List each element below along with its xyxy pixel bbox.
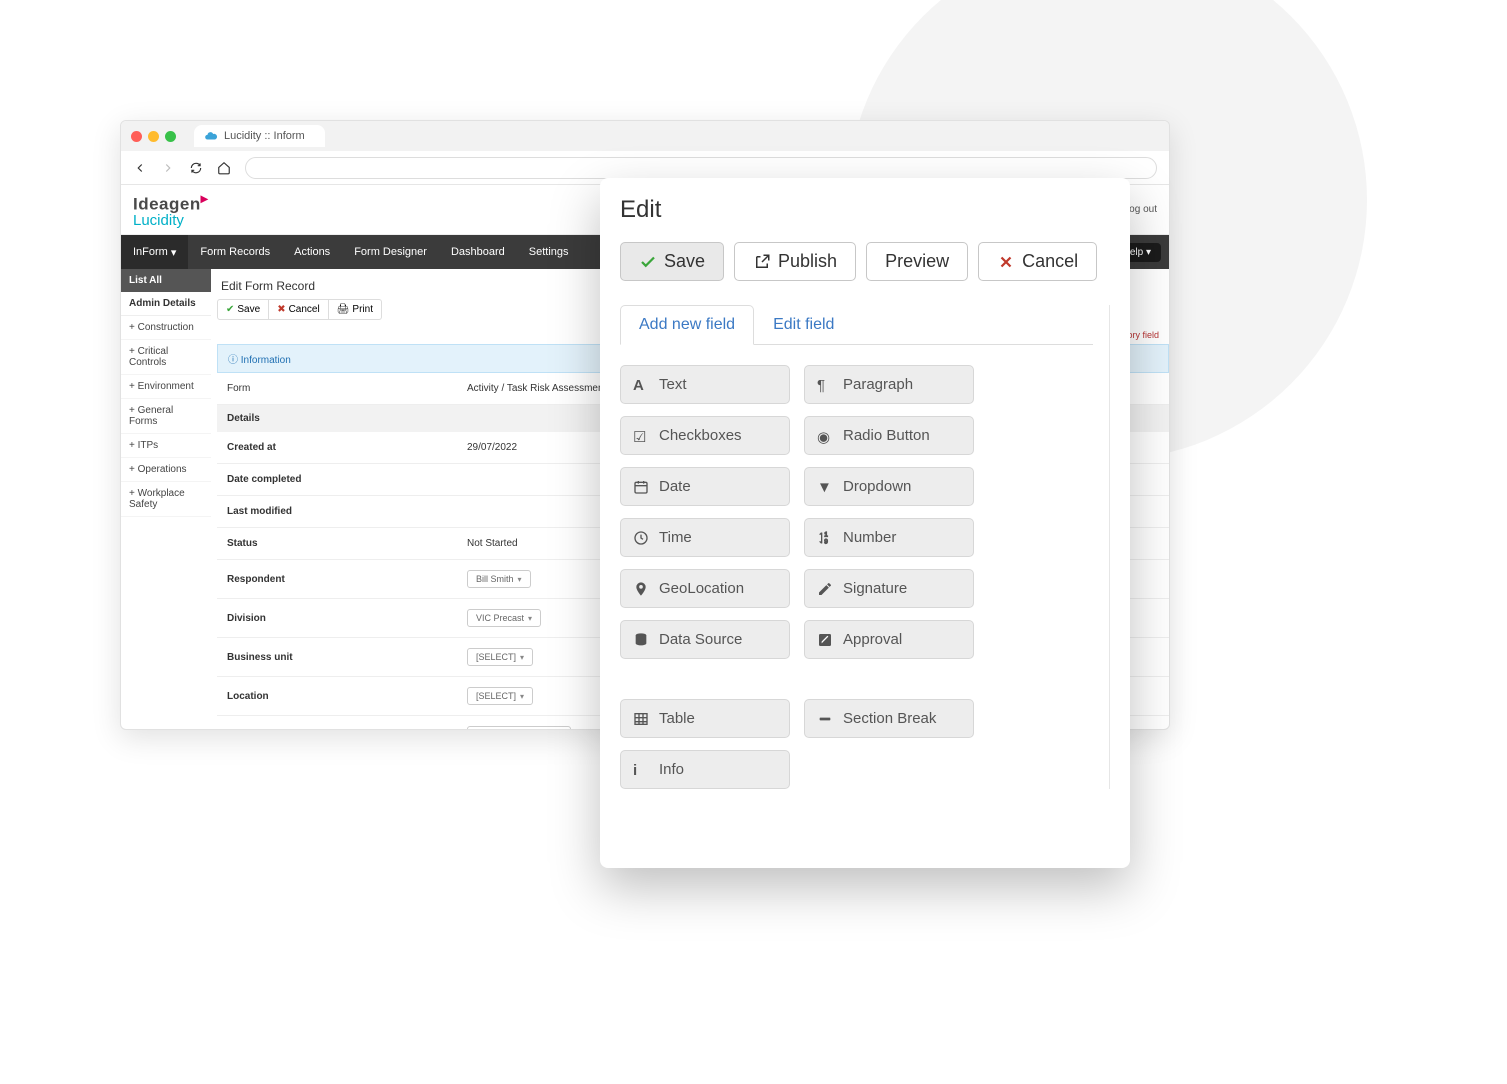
sidebar-item-workplace-safety[interactable]: + Workplace Safety — [121, 482, 211, 517]
location-icon — [633, 581, 649, 597]
svg-text:1: 1 — [824, 532, 828, 538]
sidebar-item-general-forms[interactable]: + General Forms — [121, 399, 211, 434]
logo-text-sub: Lucidity — [133, 213, 208, 228]
svg-text:9: 9 — [824, 539, 828, 545]
sidebar-list-all[interactable]: List All — [121, 269, 211, 292]
checkbox-icon: ☑ — [633, 428, 649, 444]
approval-icon — [817, 632, 833, 648]
cancel-button[interactable]: Cancel — [978, 242, 1097, 281]
tab-add-new-field[interactable]: Add new field — [620, 305, 754, 345]
calendar-icon — [633, 479, 649, 495]
browser-tab[interactable]: Lucidity :: Inform — [194, 125, 325, 147]
edit-dialog: Edit Save Publish Preview Cancel Add new… — [600, 178, 1130, 868]
dialog-title: Edit — [620, 196, 1110, 224]
menu-dashboard[interactable]: Dashboard — [439, 235, 517, 269]
field-checkboxes[interactable]: ☑Checkboxes — [620, 416, 790, 455]
field-text[interactable]: AText — [620, 365, 790, 404]
cancel-button-small[interactable]: ✖Cancel — [269, 300, 329, 319]
sidebar: List All Admin Details + Construction + … — [121, 269, 211, 730]
menu-actions[interactable]: Actions — [282, 235, 342, 269]
tab-title: Lucidity :: Inform — [224, 130, 305, 142]
check-icon — [639, 253, 657, 271]
browser-tab-bar: Lucidity :: Inform — [121, 121, 1169, 151]
print-button-small[interactable]: 🖨Print — [329, 300, 381, 319]
sidebar-item-itps[interactable]: + ITPs — [121, 434, 211, 458]
minimize-window-icon[interactable] — [148, 131, 159, 142]
field-paragraph[interactable]: ¶Paragraph — [804, 365, 974, 404]
field-data-source[interactable]: Data Source — [620, 620, 790, 659]
location-select[interactable]: [SELECT] — [467, 687, 533, 705]
pencil-icon — [817, 581, 833, 597]
menu-settings[interactable]: Settings — [517, 235, 581, 269]
clock-icon — [633, 530, 649, 546]
field-approval[interactable]: Approval — [804, 620, 974, 659]
dropdown-icon: ▼ — [817, 479, 833, 495]
respondent-select[interactable]: Bill Smith — [467, 570, 531, 588]
field-number[interactable]: 19Number — [804, 518, 974, 557]
division-select[interactable]: VIC Precast — [467, 609, 541, 627]
maximize-window-icon[interactable] — [165, 131, 176, 142]
forward-icon[interactable] — [161, 161, 175, 175]
field-table[interactable]: Table — [620, 699, 790, 738]
publish-icon — [753, 253, 771, 271]
logo: Ideagen▸ Lucidity — [133, 191, 208, 228]
print-icon: 🖨 — [337, 304, 350, 315]
info-icon: ⓘ — [228, 355, 238, 366]
section-break-icon — [817, 711, 833, 727]
sidebar-item-operations[interactable]: + Operations — [121, 458, 211, 482]
info-icon: i — [633, 762, 649, 778]
form-value: Activity / Task Risk Assessment — [467, 383, 606, 394]
field-tabs: Add new field Edit field — [620, 305, 1093, 345]
number-icon: 19 — [817, 530, 833, 546]
reload-icon[interactable] — [189, 161, 203, 175]
field-info[interactable]: iInfo — [620, 750, 790, 789]
traffic-lights — [131, 131, 176, 142]
database-icon — [633, 632, 649, 648]
x-icon: ✖ — [277, 304, 285, 315]
save-button-small[interactable]: ✔Save — [218, 300, 269, 319]
overlay-divider — [1109, 305, 1110, 789]
dialog-toolbar: Save Publish Preview Cancel — [620, 242, 1110, 281]
field-radio[interactable]: ◉Radio Button — [804, 416, 974, 455]
form-label: Form — [227, 383, 467, 394]
menu-form-records[interactable]: Form Records — [188, 235, 282, 269]
logo-arrow-icon: ▸ — [201, 190, 209, 206]
paragraph-icon: ¶ — [817, 377, 833, 393]
home-icon[interactable] — [217, 161, 231, 175]
save-button[interactable]: Save — [620, 242, 724, 281]
close-window-icon[interactable] — [131, 131, 142, 142]
table-icon — [633, 711, 649, 727]
action-button-row: ✔Save ✖Cancel 🖨Print — [217, 299, 382, 320]
cloud-icon — [204, 129, 218, 143]
business-unit-select[interactable]: [SELECT] — [467, 648, 533, 666]
url-input[interactable] — [245, 157, 1157, 179]
field-date[interactable]: Date — [620, 467, 790, 506]
sidebar-item-critical-controls[interactable]: + Critical Controls — [121, 340, 211, 375]
menu-inform[interactable]: InForm ▾ — [121, 235, 188, 269]
field-dropdown[interactable]: ▼Dropdown — [804, 467, 974, 506]
radio-icon: ◉ — [817, 428, 833, 444]
menu-form-designer[interactable]: Form Designer — [342, 235, 439, 269]
field-grid-2: Table Section Break iInfo — [620, 699, 1093, 789]
field-grid: AText ¶Paragraph ☑Checkboxes ◉Radio Butt… — [620, 365, 1093, 659]
text-icon: A — [633, 377, 649, 393]
publish-button[interactable]: Publish — [734, 242, 856, 281]
field-section-break[interactable]: Section Break — [804, 699, 974, 738]
logo-text-top: Ideagen — [133, 195, 201, 214]
field-signature[interactable]: Signature — [804, 569, 974, 608]
project-select[interactable]: Bond Street Station — [467, 726, 571, 730]
field-time[interactable]: Time — [620, 518, 790, 557]
x-icon — [997, 253, 1015, 271]
sidebar-item-construction[interactable]: + Construction — [121, 316, 211, 340]
tab-edit-field[interactable]: Edit field — [754, 305, 853, 345]
sidebar-item-environment[interactable]: + Environment — [121, 375, 211, 399]
preview-button[interactable]: Preview — [866, 242, 968, 281]
field-geolocation[interactable]: GeoLocation — [620, 569, 790, 608]
back-icon[interactable] — [133, 161, 147, 175]
sidebar-admin-details[interactable]: Admin Details — [121, 292, 211, 316]
check-icon: ✔ — [226, 304, 234, 315]
